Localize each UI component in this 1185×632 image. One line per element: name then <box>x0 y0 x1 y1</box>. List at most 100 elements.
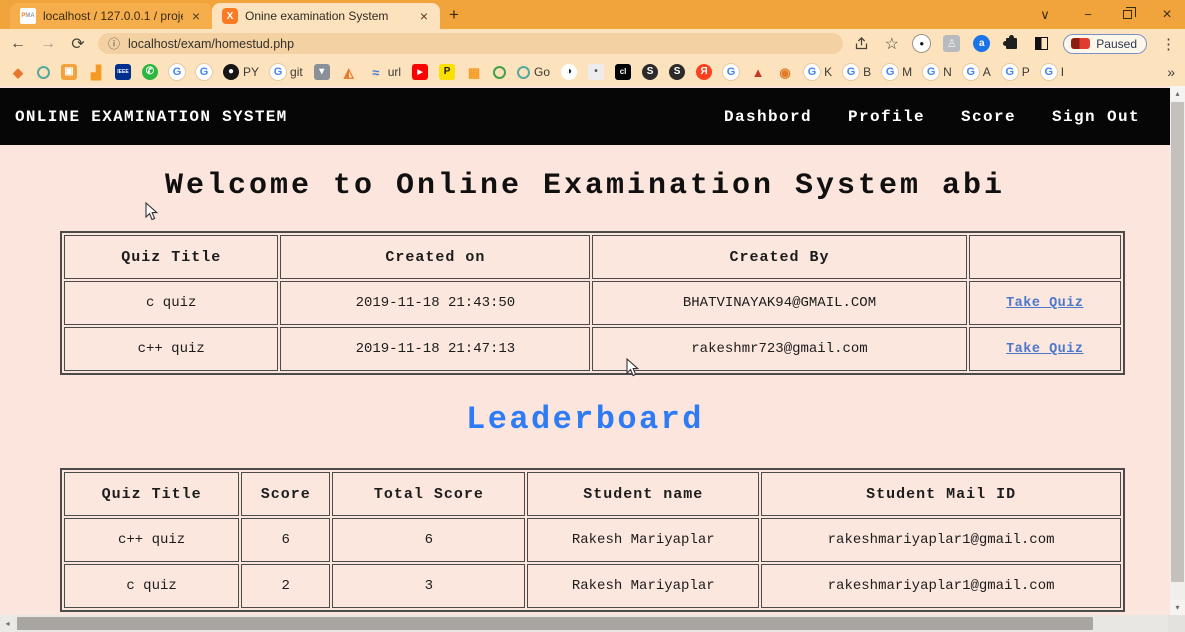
browser-menu-icon[interactable]: ⋮ <box>1160 35 1177 52</box>
bookmark-p-yellow[interactable]: P <box>439 64 455 80</box>
bookmark-analytics[interactable]: ▟ <box>88 64 104 80</box>
bookmark-url[interactable]: ≈url <box>368 64 401 80</box>
bookmark-person[interactable]: • <box>588 64 604 80</box>
bookmark-orange-badge[interactable]: ▣ <box>61 64 77 80</box>
bookmark-google-a[interactable]: GA <box>963 64 991 80</box>
scroll-up-icon[interactable]: ▴ <box>1170 86 1185 101</box>
download-paused-button[interactable]: Paused <box>1063 34 1147 54</box>
bookmark-diamond-icon: ◆ <box>10 64 26 80</box>
forward-icon[interactable]: → <box>38 35 58 53</box>
bookmark-s-1[interactable]: S <box>642 64 658 80</box>
extension-person-icon[interactable]: ♙ <box>943 35 960 52</box>
vertical-scroll-thumb[interactable] <box>1171 102 1184 582</box>
bookmark-label: I <box>1061 65 1064 79</box>
close-button[interactable]: × <box>1159 6 1175 24</box>
total-cell: 3 <box>332 564 525 608</box>
tab-close-icon[interactable]: × <box>190 8 202 24</box>
col-student-mail: Student Mail ID <box>761 472 1121 516</box>
bookmark-google-3[interactable]: G <box>723 64 739 80</box>
bookmark-gfg-go[interactable]: Go <box>517 65 550 79</box>
bookmark-eye[interactable]: ◉ <box>777 64 793 80</box>
site-info-icon[interactable]: ⓘ <box>108 35 120 52</box>
bookmark-green-ring[interactable] <box>493 66 506 79</box>
window-controls: ∨ − × <box>1037 0 1175 29</box>
vertical-scrollbar[interactable]: ▴ ▾ <box>1170 86 1185 615</box>
table-row: c++ quiz 2019-11-18 21:47:13 rakeshmr723… <box>64 327 1121 371</box>
tab-exam-system[interactable]: X Onine examination System × <box>212 3 440 29</box>
bookmark-cl[interactable]: cl <box>615 64 631 80</box>
tab-search-icon[interactable]: ∨ <box>1037 7 1053 23</box>
bookmark-yandex[interactable]: Я <box>696 64 712 80</box>
bookmark-duck[interactable]: ◑ <box>561 64 577 80</box>
nav-link-profile[interactable]: Profile <box>848 108 925 126</box>
paused-label: Paused <box>1096 37 1137 51</box>
extension-a-icon[interactable]: a <box>973 35 990 52</box>
bookmark-google-2[interactable]: G <box>196 64 212 80</box>
new-tab-button[interactable]: + <box>440 2 468 28</box>
restore-button[interactable] <box>1123 10 1132 19</box>
bookmark-google-b[interactable]: GB <box>843 64 871 80</box>
bookmark-label: git <box>290 65 303 79</box>
bookmark-s-2[interactable]: S <box>669 64 685 80</box>
bookmark-google-git[interactable]: Ggit <box>270 64 303 80</box>
minimize-button[interactable]: − <box>1080 7 1096 22</box>
reload-icon[interactable]: ⟳ <box>68 34 88 54</box>
bookmark-youtube[interactable]: ▶ <box>412 64 428 80</box>
col-score: Score <box>241 472 330 516</box>
bookmark-google-k[interactable]: GK <box>804 64 832 80</box>
bookmark-google-m-icon: G <box>882 64 898 80</box>
bookmark-google-1[interactable]: G <box>169 64 185 80</box>
nav-link-dashboard[interactable]: Dashbord <box>724 108 812 126</box>
bookmark-camera[interactable]: ▦ <box>466 64 482 80</box>
take-quiz-link[interactable]: Take Quiz <box>1006 342 1083 357</box>
bookmark-pma[interactable]: ◭ <box>341 64 357 80</box>
bookmarks-overflow-icon[interactable]: » <box>1167 64 1175 80</box>
nav-link-score[interactable]: Score <box>961 108 1016 126</box>
scroll-left-icon[interactable]: ◂ <box>0 615 15 632</box>
bookmark-google-k-icon: G <box>804 64 820 80</box>
bookmark-matlab[interactable]: ▲ <box>750 64 766 80</box>
tab-title: Onine examination System <box>245 9 411 23</box>
bookmark-google-p-icon: G <box>1002 64 1018 80</box>
bookmark-yandex-icon: Я <box>696 64 712 80</box>
darkreader-icon[interactable] <box>1033 35 1050 52</box>
bookmark-google-3-icon: G <box>723 64 739 80</box>
bookmark-eye-icon: ◉ <box>777 64 793 80</box>
bookmark-whatsapp[interactable]: ✆ <box>142 64 158 80</box>
bookmark-ieee[interactable]: IEEE <box>115 64 131 80</box>
bookmark-google-n[interactable]: GN <box>923 64 952 80</box>
bookmark-label: M <box>902 65 912 79</box>
bookmark-google-m[interactable]: GM <box>882 64 912 80</box>
bookmark-google-p[interactable]: GP <box>1002 64 1030 80</box>
share-icon[interactable] <box>853 35 870 52</box>
extensions-puzzle-icon[interactable] <box>1003 35 1020 52</box>
bookmark-star-icon[interactable]: ☆ <box>883 35 900 52</box>
bookmark-gray-tool[interactable]: ▾ <box>314 64 330 80</box>
bookmark-google-a-icon: G <box>963 64 979 80</box>
created-by-cell: rakeshmr723@gmail.com <box>592 327 966 371</box>
bookmark-google-i[interactable]: GI <box>1041 64 1064 80</box>
back-icon[interactable]: ← <box>8 35 28 53</box>
address-bar[interactable]: ⓘ localhost/exam/homestud.php <box>98 33 843 54</box>
horizontal-scrollbar[interactable]: ◂ <box>0 615 1168 632</box>
tab-close-icon[interactable]: × <box>418 8 430 24</box>
bookmark-github-py[interactable]: ●PY <box>223 64 259 80</box>
horizontal-scroll-thumb[interactable] <box>17 617 1093 630</box>
bookmark-gfg[interactable] <box>37 66 50 79</box>
bookmark-s-2-icon: S <box>669 64 685 80</box>
tab-phpmyadmin[interactable]: PMA localhost / 127.0.0.1 / project / st… <box>10 3 212 29</box>
bookmark-google-n-icon: G <box>923 64 939 80</box>
student-mail-cell: rakeshmariyaplar1@gmail.com <box>761 564 1121 608</box>
col-action <box>969 235 1121 279</box>
bookmarks-bar: ◆▣▟IEEE✆GG●PYGgit▾◭≈url▶P▦Go◑•clSSЯG▲◉GK… <box>0 58 1185 86</box>
bookmark-diamond[interactable]: ◆ <box>10 64 26 80</box>
nav-link-signout[interactable]: Sign Out <box>1052 108 1140 126</box>
url-text[interactable]: localhost/exam/homestud.php <box>128 37 294 51</box>
bookmark-orange-badge-icon: ▣ <box>61 64 77 80</box>
take-quiz-link[interactable]: Take Quiz <box>1006 296 1083 311</box>
page-viewport: ONLINE EXAMINATION SYSTEM Dashbord Profi… <box>0 86 1185 632</box>
extension-panda-icon[interactable]: ● <box>913 35 930 52</box>
bookmark-label: B <box>863 65 871 79</box>
scroll-down-icon[interactable]: ▾ <box>1170 600 1185 615</box>
quiz-cell: c quiz <box>64 564 239 608</box>
